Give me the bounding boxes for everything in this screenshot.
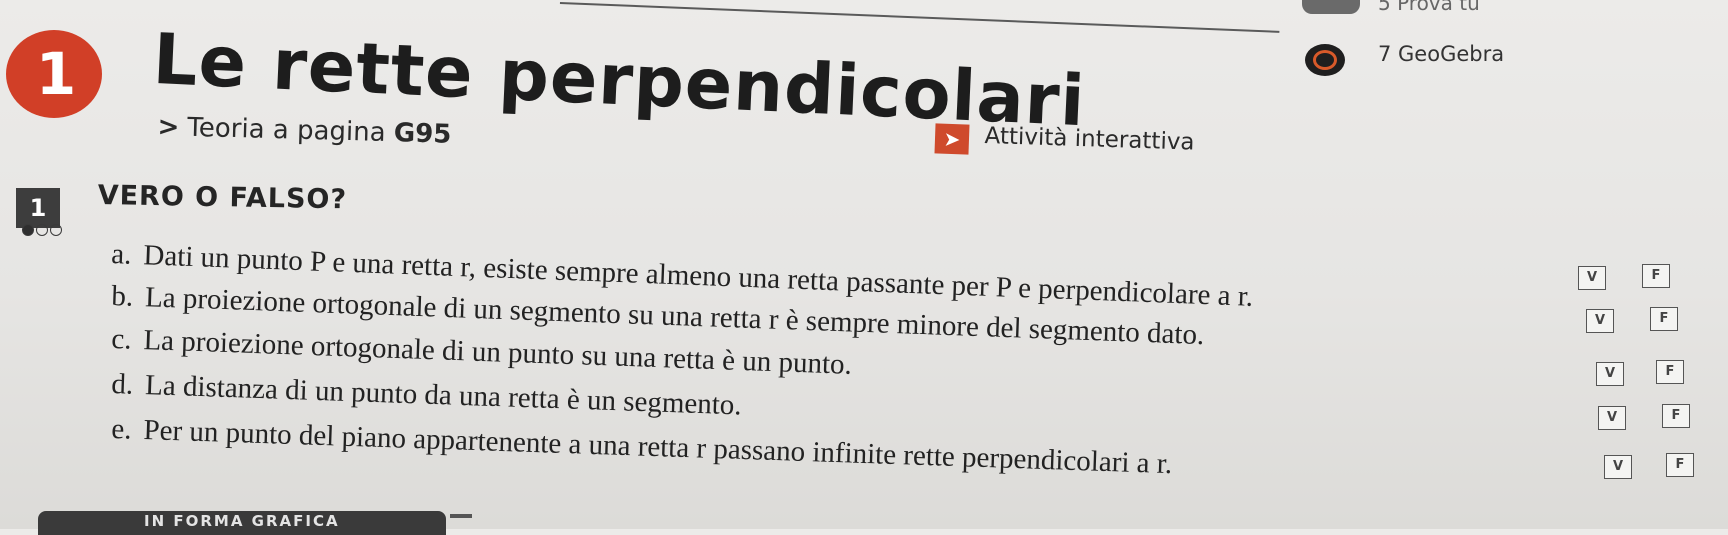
geogebra-icon[interactable]: [1305, 44, 1345, 76]
statement-letter: e.: [110, 413, 133, 446]
difficulty-dot-empty: [50, 224, 62, 236]
difficulty-dot-empty: [36, 224, 48, 236]
statement-letter: b.: [110, 280, 134, 313]
statement-d: d. La distanza di un punto da una retta è…: [111, 368, 742, 422]
true-checkbox-c[interactable]: V: [1596, 362, 1624, 386]
true-checkbox-a[interactable]: V: [1578, 266, 1606, 290]
false-checkbox-d[interactable]: F: [1662, 404, 1690, 428]
interactive-activity-link[interactable]: Attività interattiva: [984, 123, 1195, 156]
false-checkbox-b[interactable]: F: [1650, 307, 1678, 331]
statement-text: La distanza di un punto da una retta è u…: [144, 369, 743, 422]
statement-letter: d.: [110, 368, 134, 401]
divider: [450, 514, 472, 518]
true-checkbox-b[interactable]: V: [1586, 309, 1614, 333]
theory-reference[interactable]: > Teoria a pagina G95: [157, 112, 452, 150]
next-section-label: IN FORMA GRAFICA: [144, 512, 340, 530]
theory-page: G95: [393, 118, 452, 150]
statement-letter: c.: [110, 323, 133, 356]
statement-letter: a.: [110, 238, 133, 271]
section-number-badge: 1: [6, 30, 102, 118]
prova-tab: [1302, 0, 1360, 14]
false-checkbox-e[interactable]: F: [1666, 453, 1694, 477]
statement-e: e. Per un punto del piano appartenente a …: [111, 413, 1173, 481]
cursor-icon[interactable]: ➤: [934, 123, 970, 155]
false-checkbox-c[interactable]: F: [1656, 360, 1684, 384]
prova-tu-link[interactable]: 5 Prova tu: [1378, 0, 1480, 15]
false-checkbox-a[interactable]: F: [1642, 264, 1670, 288]
statement-text: Per un punto del piano appartenente a un…: [143, 414, 1173, 481]
difficulty-dot-filled: [22, 224, 34, 236]
exercise-heading: VERO O FALSO?: [97, 180, 348, 216]
true-checkbox-d[interactable]: V: [1598, 406, 1626, 430]
difficulty-indicator: [22, 224, 62, 236]
exercise-number: 1: [16, 188, 60, 228]
geogebra-link[interactable]: 7 GeoGebra: [1378, 42, 1504, 66]
theory-text: Teoria a pagina: [187, 112, 386, 148]
chevron-right-icon: >: [157, 112, 180, 143]
true-checkbox-e[interactable]: V: [1604, 455, 1632, 479]
